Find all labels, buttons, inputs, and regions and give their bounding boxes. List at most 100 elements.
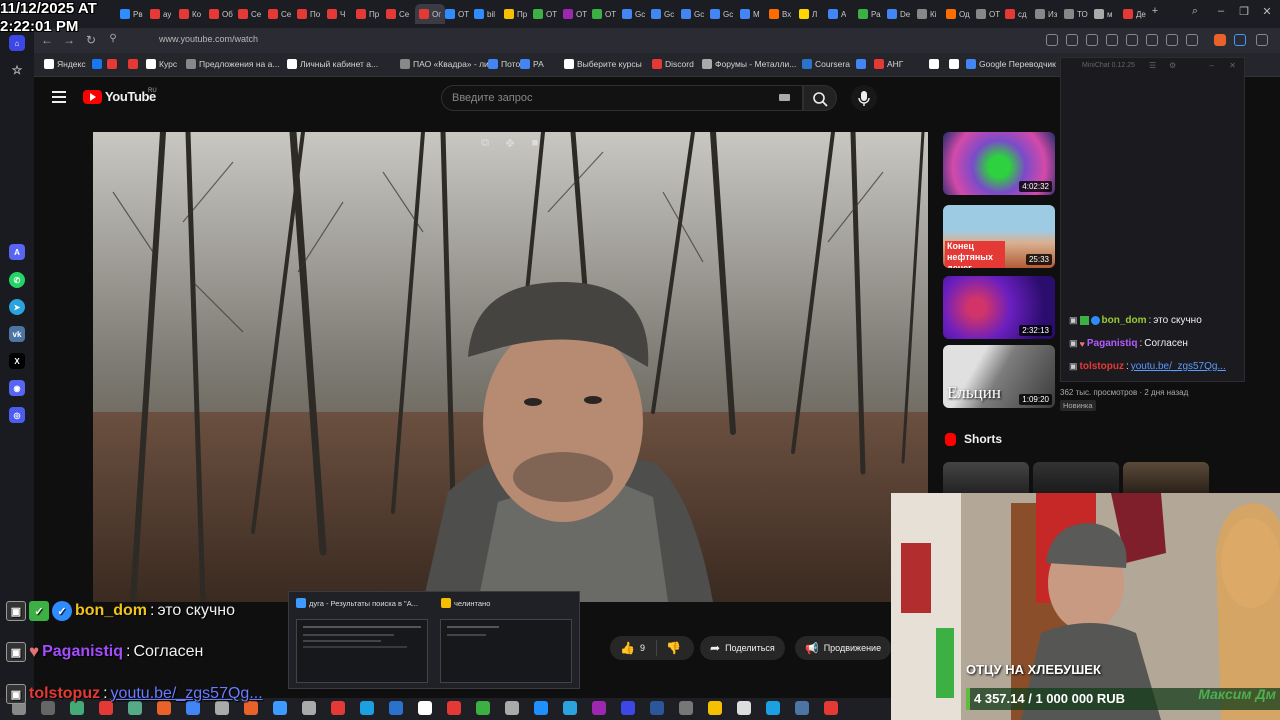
taskbar-app-icon[interactable]	[679, 701, 693, 715]
browser-tab[interactable]: Се	[238, 4, 261, 24]
discord-icon[interactable]: ◉	[9, 380, 25, 396]
hamburger-menu-icon[interactable]	[52, 91, 66, 103]
bookmark-item[interactable]: ПАО «Квадра» - ли...	[400, 59, 496, 69]
suggestion-thumbnail[interactable]: Ельцин 1:09:20	[943, 345, 1055, 408]
browser-tab[interactable]: Де	[1123, 4, 1146, 24]
star-icon[interactable]: ☆	[9, 62, 25, 78]
browser-tab[interactable]: ТО	[1064, 4, 1088, 24]
keyboard-icon[interactable]	[779, 94, 790, 101]
aria-icon[interactable]: A	[9, 244, 25, 260]
browser-tab[interactable]: Пр	[504, 4, 527, 24]
bookmark-item[interactable]: Предложения на а...	[186, 59, 279, 69]
voice-search-button[interactable]	[851, 85, 877, 111]
browser-tab[interactable]: Об	[209, 4, 233, 24]
bookmark-item[interactable]: Coursera	[802, 59, 850, 69]
minichat-window[interactable]: MiniChat 0.12.25 ✕ – ☰ ⚙ ▣ bon_dom : это…	[1060, 57, 1245, 382]
bookmark-item[interactable]: Выберите курсы	[564, 59, 642, 69]
window-thumbnail[interactable]	[440, 619, 572, 683]
bookmark-item[interactable]	[92, 59, 105, 69]
browser-tab[interactable]: Пр	[356, 4, 379, 24]
taskbar-app-icon[interactable]	[737, 701, 751, 715]
x-icon[interactable]: X	[9, 353, 25, 369]
bookmark-item[interactable]: Google Переводчик	[966, 59, 1056, 69]
bookmark-item[interactable]: Яндекс	[44, 59, 86, 69]
heart-icon[interactable]	[1126, 34, 1138, 46]
like-icon[interactable]: 👍	[620, 641, 635, 655]
bookmark-icon[interactable]	[1234, 34, 1246, 46]
browser-tab[interactable]: Рв	[120, 4, 143, 24]
profile-icon[interactable]	[1186, 34, 1198, 46]
bookmark-item[interactable]	[929, 59, 942, 69]
taskbar-app-icon[interactable]	[824, 701, 838, 715]
bookmark-item[interactable]: РА	[520, 59, 544, 69]
browser-tab[interactable]: ау	[150, 4, 171, 24]
browser-tab[interactable]: Кі	[917, 4, 936, 24]
browser-tab[interactable]: По	[297, 4, 320, 24]
browser-tab[interactable]: ОТ	[445, 4, 469, 24]
move-icon[interactable]: ✥	[503, 137, 517, 151]
settings-icon[interactable]	[1256, 34, 1268, 46]
star-icon[interactable]	[1106, 34, 1118, 46]
close-window-icon[interactable]: ✕	[1259, 5, 1275, 18]
tab-search-icon[interactable]: ⌕	[1187, 5, 1203, 18]
bookmark-item[interactable]	[107, 59, 120, 69]
bookmark-item[interactable]	[949, 59, 962, 69]
browser-tab[interactable]: Се	[268, 4, 291, 24]
browser-tab[interactable]: Од	[946, 4, 970, 24]
bookmark-item[interactable]: Личный кабинет а...	[287, 59, 378, 69]
browser-tab[interactable]: Ог	[415, 4, 446, 24]
gear-icon[interactable]: ⚙	[1169, 61, 1176, 70]
browser-tab[interactable]: ОТ	[533, 4, 557, 24]
taskbar-app-icon[interactable]	[534, 701, 548, 715]
browser-tab[interactable]: ОТ	[976, 4, 1000, 24]
dislike-icon[interactable]: 👎	[666, 641, 681, 655]
shorts-thumbnail[interactable]	[1033, 462, 1119, 494]
search-input[interactable]	[452, 86, 772, 110]
bookmark-item[interactable]: Discord	[652, 59, 694, 69]
stop-icon[interactable]: ■	[528, 137, 542, 151]
browser-tab[interactable]: Ра	[858, 4, 881, 24]
taskbar-app-icon[interactable]	[650, 701, 664, 715]
video-player[interactable]	[93, 132, 928, 602]
minimize-icon[interactable]: –	[1210, 61, 1214, 70]
taskbar-app-icon[interactable]	[795, 701, 809, 715]
browser-tab[interactable]: ОТ	[563, 4, 587, 24]
browser-tab[interactable]: Се	[386, 4, 409, 24]
vpn-icon[interactable]	[1086, 34, 1098, 46]
browser-tab[interactable]: bil	[474, 4, 495, 24]
bookmark-item[interactable]	[128, 59, 141, 69]
browser-tab[interactable]: Gc	[710, 4, 733, 24]
bookmark-item[interactable]	[856, 59, 869, 69]
browser-tab[interactable]: Из	[1035, 4, 1057, 24]
taskbar-app-icon[interactable]	[592, 701, 606, 715]
whatsapp-icon[interactable]: ✆	[9, 272, 25, 288]
browser-tab[interactable]: ОТ	[592, 4, 616, 24]
promote-button[interactable]: 📢 Продвижение	[795, 636, 892, 660]
search-button[interactable]	[803, 85, 837, 111]
bookmark-item[interactable]: Поток	[488, 59, 524, 69]
chat-link[interactable]: youtu.be/_zgs57Qg...	[1131, 361, 1226, 372]
bookmark-item[interactable]: Форумы - Металли...	[702, 59, 796, 69]
screenshot-icon[interactable]	[1066, 34, 1078, 46]
restore-icon[interactable]: ❐	[1236, 5, 1252, 18]
download-icon[interactable]	[1146, 34, 1158, 46]
home-icon[interactable]: ⌂	[9, 35, 25, 51]
close-icon[interactable]: ✕	[1229, 61, 1236, 70]
task-preview-title[interactable]: дуга - Результаты поиска в "А...	[296, 598, 418, 608]
taskbar-app-icon[interactable]	[766, 701, 780, 715]
share-button[interactable]: ➦ Поделиться	[700, 636, 785, 660]
menu-icon[interactable]	[1166, 34, 1178, 46]
task-preview-title[interactable]: челинтано	[441, 598, 490, 608]
taskbar-app-icon[interactable]	[389, 701, 403, 715]
taskbar-app-icon[interactable]	[476, 701, 490, 715]
extension-icon[interactable]	[1046, 34, 1058, 46]
miniplayer-icon[interactable]: ⧉	[478, 137, 492, 151]
url-text[interactable]: www.youtube.com/watch	[159, 34, 258, 44]
browser-tab[interactable]: Л	[799, 4, 817, 24]
minimize-icon[interactable]: –	[1213, 5, 1229, 17]
suggestion-thumbnail[interactable]: 4:02:32	[943, 132, 1055, 195]
browser-tab[interactable]: De	[887, 4, 910, 24]
browser-tab[interactable]: А	[828, 4, 846, 24]
opera-icon[interactable]	[1214, 34, 1226, 46]
taskbar-app-icon[interactable]	[418, 701, 432, 715]
